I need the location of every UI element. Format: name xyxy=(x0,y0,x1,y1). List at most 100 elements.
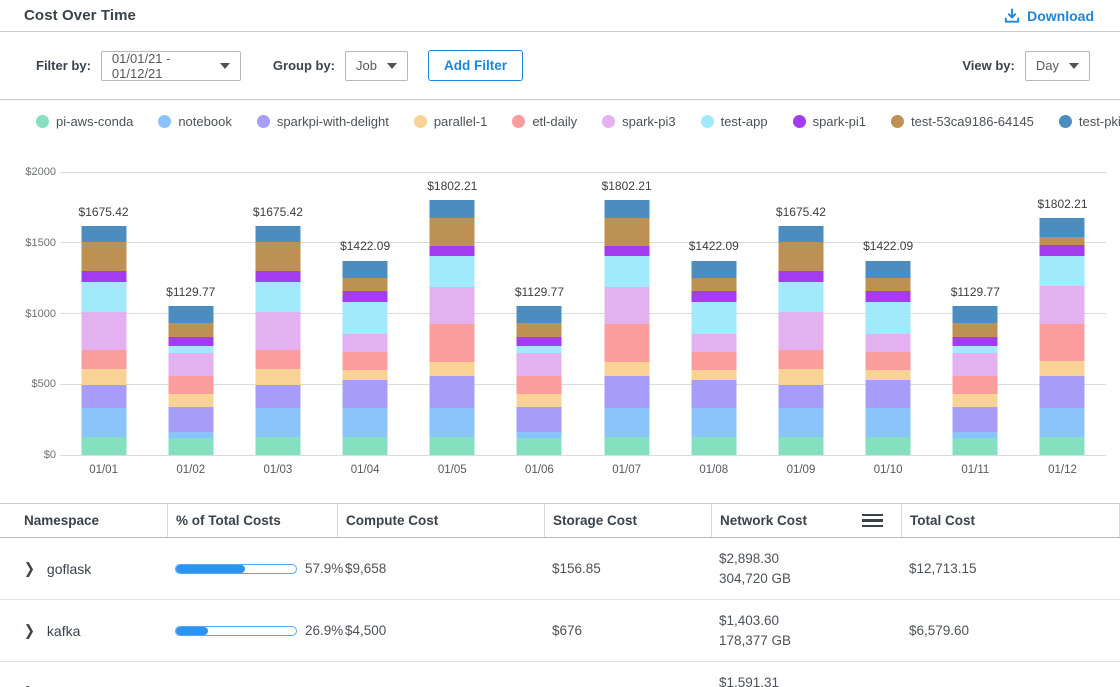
download-button[interactable]: Download xyxy=(1004,8,1094,24)
bar-segment-etl-daily[interactable] xyxy=(168,376,213,394)
bar-segment-test-app[interactable] xyxy=(168,346,213,354)
bar-segment-sparkpi-with-delight[interactable] xyxy=(691,380,736,408)
namespace-cell[interactable]: ❯databases xyxy=(0,662,167,687)
bar-segment-parallel-1[interactable] xyxy=(81,369,126,385)
bar-segment-spark-pi1[interactable] xyxy=(691,291,736,302)
bar-segment-spark-pi3[interactable] xyxy=(81,312,126,350)
bar-segment-pi-aws-conda[interactable] xyxy=(255,437,300,455)
bar-segment-etl-daily[interactable] xyxy=(953,376,998,394)
bar-segment-spark-pi1[interactable] xyxy=(778,271,823,282)
bar-segment-test-pkix[interactable] xyxy=(343,261,388,278)
bar-segment-parallel-1[interactable] xyxy=(953,394,998,407)
bar-segment-parallel-1[interactable] xyxy=(778,369,823,385)
legend-item-test-53ca9186-64145[interactable]: test-53ca9186-64145 xyxy=(891,114,1034,129)
bar-segment-spark-pi1[interactable] xyxy=(81,271,126,282)
bar-segment-test-app[interactable] xyxy=(255,282,300,312)
bar-segment-test-53ca9186-64145[interactable] xyxy=(255,242,300,271)
bar-segment-test-pkix[interactable] xyxy=(1040,218,1085,236)
legend-item-pi-aws-conda[interactable]: pi-aws-conda xyxy=(36,114,133,129)
bar-segment-etl-daily[interactable] xyxy=(343,352,388,371)
bar-segment-sparkpi-with-delight[interactable] xyxy=(1040,376,1085,408)
bar-segment-parallel-1[interactable] xyxy=(691,370,736,380)
bar-segment-test-app[interactable] xyxy=(343,302,388,333)
bar-segment-test-53ca9186-64145[interactable] xyxy=(691,278,736,291)
bar-segment-sparkpi-with-delight[interactable] xyxy=(168,407,213,432)
bar-segment-parallel-1[interactable] xyxy=(517,394,562,407)
bar-segment-test-53ca9186-64145[interactable] xyxy=(343,278,388,291)
bar-segment-spark-pi1[interactable] xyxy=(255,271,300,282)
expand-chevron-icon[interactable]: ❯ xyxy=(24,621,35,639)
bar-segment-spark-pi1[interactable] xyxy=(343,291,388,302)
legend-item-test-app[interactable]: test-app xyxy=(701,114,768,129)
bar-segment-test-app[interactable] xyxy=(81,282,126,312)
bar-segment-sparkpi-with-delight[interactable] xyxy=(255,385,300,408)
bar-segment-parallel-1[interactable] xyxy=(604,362,649,376)
bar-segment-pi-aws-conda[interactable] xyxy=(604,437,649,455)
bar-segment-parallel-1[interactable] xyxy=(866,370,911,380)
bar-segment-sparkpi-with-delight[interactable] xyxy=(430,376,475,408)
bar-segment-etl-daily[interactable] xyxy=(430,324,475,361)
bar-segment-test-app[interactable] xyxy=(953,346,998,354)
bar-segment-test-app[interactable] xyxy=(604,256,649,287)
bar-segment-sparkpi-with-delight[interactable] xyxy=(866,380,911,408)
namespace-cell[interactable]: ❯goflask xyxy=(0,538,167,599)
legend-item-notebook[interactable]: notebook xyxy=(158,114,232,129)
bar-segment-test-pkix[interactable] xyxy=(168,306,213,324)
bar-segment-test-53ca9186-64145[interactable] xyxy=(953,323,998,336)
stacked-bar-01/12[interactable] xyxy=(1040,218,1085,455)
bar-segment-spark-pi1[interactable] xyxy=(1040,245,1085,256)
legend-item-spark-pi1[interactable]: spark-pi1 xyxy=(793,114,866,129)
bar-segment-notebook[interactable] xyxy=(604,408,649,437)
bar-segment-etl-daily[interactable] xyxy=(1040,324,1085,361)
bar-segment-spark-pi1[interactable] xyxy=(430,246,475,256)
stacked-bar-01/05[interactable] xyxy=(430,200,475,455)
legend-item-etl-daily[interactable]: etl-daily xyxy=(512,114,577,129)
bar-segment-pi-aws-conda[interactable] xyxy=(343,437,388,455)
bar-segment-test-53ca9186-64145[interactable] xyxy=(430,218,475,246)
bar-segment-spark-pi3[interactable] xyxy=(255,312,300,350)
bar-segment-test-53ca9186-64145[interactable] xyxy=(866,278,911,291)
bar-segment-test-pkix[interactable] xyxy=(81,226,126,242)
bar-segment-notebook[interactable] xyxy=(778,408,823,437)
stacked-bar-01/09[interactable] xyxy=(778,226,823,455)
bar-segment-test-app[interactable] xyxy=(430,256,475,287)
bar-segment-test-pkix[interactable] xyxy=(517,306,562,324)
bar-segment-pi-aws-conda[interactable] xyxy=(691,437,736,455)
bar-segment-test-app[interactable] xyxy=(691,302,736,333)
bar-segment-test-app[interactable] xyxy=(517,346,562,354)
bar-segment-test-app[interactable] xyxy=(866,302,911,333)
bar-segment-etl-daily[interactable] xyxy=(866,352,911,371)
bar-segment-spark-pi1[interactable] xyxy=(517,337,562,346)
bar-segment-pi-aws-conda[interactable] xyxy=(953,438,998,455)
table-row-databases[interactable]: ❯databases6.09%$1016.29$857.79$1,591.311… xyxy=(0,662,1120,687)
bar-segment-pi-aws-conda[interactable] xyxy=(81,437,126,455)
bar-segment-test-53ca9186-64145[interactable] xyxy=(81,242,126,271)
bar-segment-parallel-1[interactable] xyxy=(343,370,388,380)
bar-segment-notebook[interactable] xyxy=(430,408,475,437)
bar-segment-notebook[interactable] xyxy=(1040,408,1085,437)
expand-chevron-icon[interactable]: ❯ xyxy=(24,559,35,577)
legend-item-test-pkix[interactable]: test-pkix xyxy=(1059,114,1120,129)
bar-segment-spark-pi3[interactable] xyxy=(691,334,736,352)
bar-segment-notebook[interactable] xyxy=(343,408,388,437)
table-row-goflask[interactable]: ❯goflask57.9%$9,658$156.85$2,898.30304,7… xyxy=(0,538,1120,600)
stacked-bar-01/02[interactable] xyxy=(168,306,213,455)
stacked-bar-01/06[interactable] xyxy=(517,306,562,455)
add-filter-button[interactable]: Add Filter xyxy=(428,50,523,81)
stacked-bar-01/11[interactable] xyxy=(953,306,998,455)
bar-segment-test-app[interactable] xyxy=(1040,256,1085,286)
group-by-select[interactable]: Job xyxy=(345,51,408,81)
bar-segment-spark-pi1[interactable] xyxy=(953,337,998,346)
bar-segment-spark-pi3[interactable] xyxy=(604,287,649,324)
bar-segment-spark-pi3[interactable] xyxy=(953,353,998,375)
bar-segment-pi-aws-conda[interactable] xyxy=(778,437,823,455)
bar-segment-test-pkix[interactable] xyxy=(778,226,823,242)
bar-segment-test-pkix[interactable] xyxy=(604,200,649,218)
bar-segment-spark-pi1[interactable] xyxy=(168,337,213,346)
bar-segment-etl-daily[interactable] xyxy=(691,352,736,371)
bar-segment-spark-pi3[interactable] xyxy=(866,334,911,352)
bar-segment-pi-aws-conda[interactable] xyxy=(866,437,911,455)
bar-segment-spark-pi1[interactable] xyxy=(866,291,911,302)
bar-segment-etl-daily[interactable] xyxy=(604,324,649,361)
bar-segment-parallel-1[interactable] xyxy=(168,394,213,407)
